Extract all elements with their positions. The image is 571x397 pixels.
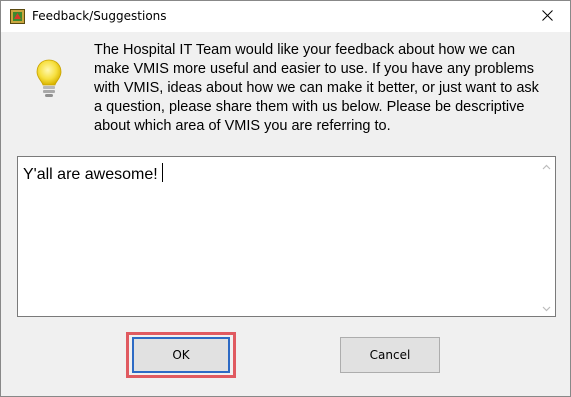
lightbulb-icon xyxy=(36,59,62,99)
scroll-down-arrow-icon xyxy=(542,299,551,317)
feedback-textarea[interactable]: Y'all are awesome! xyxy=(17,156,556,317)
feedback-text: Y'all are awesome! xyxy=(23,163,163,184)
feedback-dialog: Feedback/Suggestions The Hospital IT Tea… xyxy=(0,0,571,397)
title-bar: Feedback/Suggestions xyxy=(1,1,570,32)
window-title: Feedback/Suggestions xyxy=(32,9,167,23)
cancel-button[interactable]: Cancel xyxy=(340,337,440,373)
close-icon xyxy=(541,8,553,26)
scroll-down-button[interactable] xyxy=(538,299,555,316)
scroll-up-button[interactable] xyxy=(538,157,555,174)
vertical-scrollbar[interactable] xyxy=(538,157,555,316)
app-icon xyxy=(10,9,25,24)
close-button[interactable] xyxy=(524,1,570,32)
text-caret xyxy=(161,163,163,182)
ok-button[interactable]: OK xyxy=(132,337,230,373)
feedback-instructions: The Hospital IT Team would like your fee… xyxy=(94,42,539,134)
scroll-up-arrow-icon xyxy=(542,157,551,175)
